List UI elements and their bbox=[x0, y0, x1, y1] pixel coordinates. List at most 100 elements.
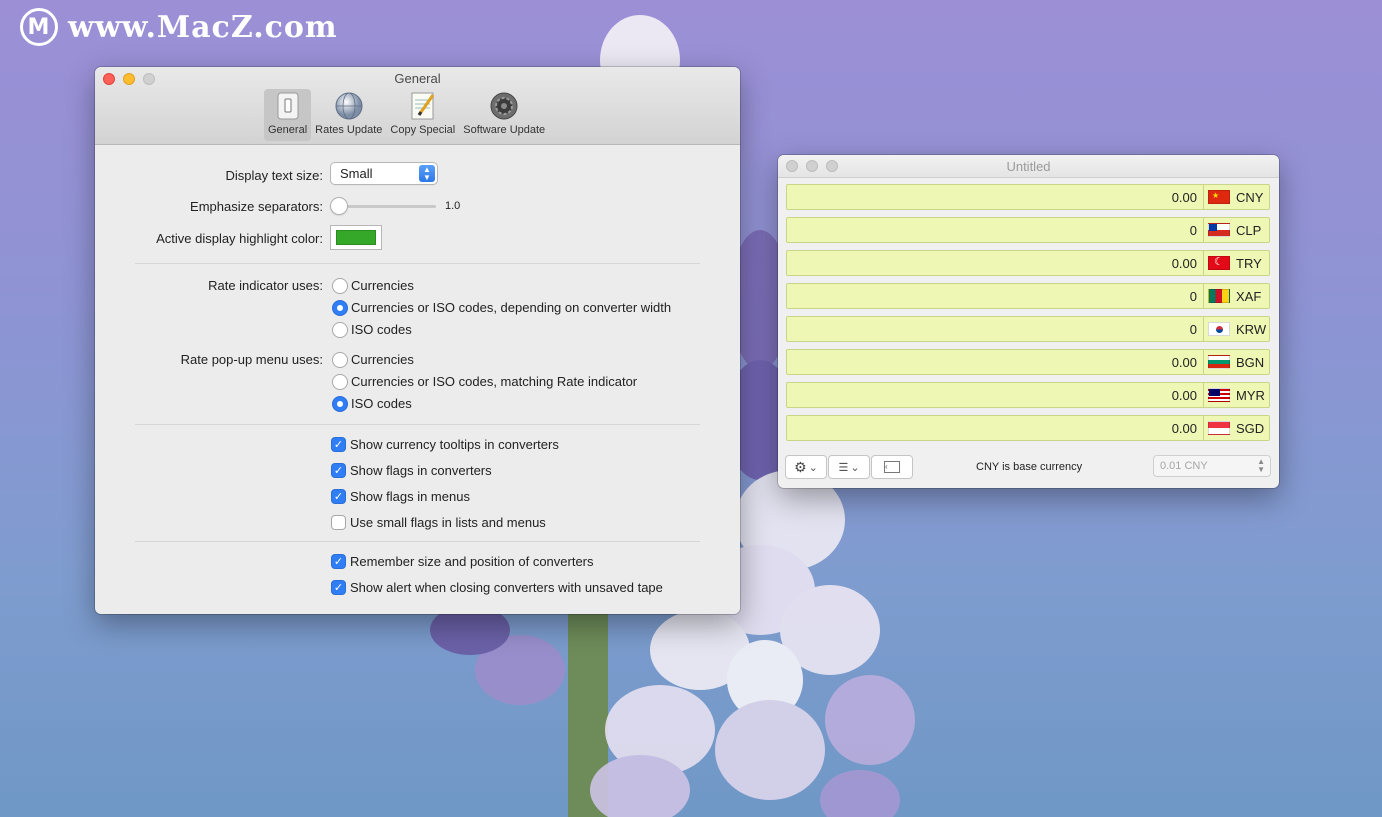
rate-indicator-iso-codes[interactable]: ISO codes bbox=[333, 322, 412, 337]
currency-code: CNY bbox=[1236, 189, 1264, 205]
checkbox-show-tooltips[interactable]: ✓ Show currency tooltips in converters bbox=[332, 437, 559, 452]
currency-selector[interactable]: BGN bbox=[1203, 350, 1269, 374]
malaysia-flag-icon bbox=[1208, 388, 1230, 402]
checkmark-icon[interactable]: ✓ bbox=[332, 438, 345, 451]
turkey-flag-icon: ☾ bbox=[1208, 256, 1230, 270]
rounding-unit-value: 0.01 CNY bbox=[1160, 460, 1208, 472]
currency-amount[interactable]: 0.00 bbox=[787, 388, 1203, 403]
checkbox-remember-size[interactable]: ✓ Remember size and position of converte… bbox=[332, 554, 594, 569]
emphasize-separators-knob[interactable] bbox=[331, 198, 347, 214]
checkbox-label: Show flags in converters bbox=[350, 463, 492, 478]
radio-button[interactable] bbox=[333, 278, 347, 293]
currency-row-myr[interactable]: 0.00 MYR bbox=[786, 382, 1270, 408]
globe-icon bbox=[334, 91, 364, 121]
currency-selector[interactable]: MYR bbox=[1203, 383, 1269, 407]
currency-amount[interactable]: 0.00 bbox=[787, 355, 1203, 370]
tab-software-update-label: Software Update bbox=[463, 124, 546, 136]
tab-software-update[interactable]: Software Update bbox=[459, 89, 549, 141]
korea-flag-icon bbox=[1208, 322, 1230, 336]
radio-button[interactable] bbox=[333, 396, 347, 411]
emphasize-separators-track[interactable] bbox=[333, 205, 436, 208]
checkbox-label: Show currency tooltips in converters bbox=[350, 437, 559, 452]
radio-label: ISO codes bbox=[351, 396, 412, 411]
title-bar: General General Rates Update Copy Specia… bbox=[95, 67, 740, 145]
currency-row-bgn[interactable]: 0.00 BGN bbox=[786, 349, 1270, 375]
currency-row-krw[interactable]: 0 KRW bbox=[786, 316, 1270, 342]
rate-popup-currencies[interactable]: Currencies bbox=[333, 352, 414, 367]
tab-general[interactable]: General bbox=[264, 89, 312, 141]
checkbox-box[interactable] bbox=[332, 516, 345, 529]
currency-amount[interactable]: 0.00 bbox=[787, 421, 1203, 436]
radio-button[interactable] bbox=[333, 322, 347, 337]
radio-label: Currencies bbox=[351, 352, 414, 367]
highlight-color-swatch bbox=[336, 230, 376, 245]
converter-bottom-bar: ⚙ ⌄ ☰ ⌄ ‹ CNY is base currency 0.01 CNY ▲ ▼ bbox=[778, 452, 1279, 482]
radio-button[interactable] bbox=[333, 352, 347, 367]
tab-copy-special[interactable]: Copy Special bbox=[386, 89, 459, 141]
currency-amount[interactable]: 0 bbox=[787, 223, 1203, 238]
watermark-logo: M bbox=[20, 8, 58, 46]
list-icon: ☰ bbox=[838, 461, 849, 474]
currency-amount[interactable]: 0.00 bbox=[787, 190, 1203, 205]
currency-row-clp[interactable]: 0 CLP bbox=[786, 217, 1270, 243]
checkbox-label: Remember size and position of converters bbox=[350, 554, 594, 569]
rate-popup-matching-indicator[interactable]: Currencies or ISO codes, matching Rate i… bbox=[333, 374, 637, 389]
tab-copy-special-label: Copy Special bbox=[390, 124, 456, 136]
currency-selector[interactable]: ★ CNY bbox=[1203, 185, 1269, 209]
currency-row-cny[interactable]: 0.00 ★ CNY bbox=[786, 184, 1270, 210]
emphasize-separators-label: Emphasize separators: bbox=[190, 199, 323, 214]
checkbox-label: Show alert when closing converters with … bbox=[350, 580, 663, 595]
currency-amount[interactable]: 0.00 bbox=[787, 256, 1203, 271]
currency-code: XAF bbox=[1236, 288, 1262, 304]
window-title: Untitled bbox=[1006, 159, 1051, 174]
tab-general-label: General bbox=[268, 124, 308, 136]
currency-selector[interactable]: KRW bbox=[1203, 317, 1269, 341]
currency-amount[interactable]: 0 bbox=[787, 289, 1203, 304]
currency-row-try[interactable]: 0.00 ☾ TRY bbox=[786, 250, 1270, 276]
rate-indicator-label: Rate indicator uses: bbox=[208, 278, 323, 293]
currency-selector[interactable]: XAF bbox=[1203, 284, 1269, 308]
divider bbox=[135, 541, 700, 542]
checkmark-icon[interactable]: ✓ bbox=[332, 581, 345, 594]
checkbox-alert-unsaved[interactable]: ✓ Show alert when closing converters wit… bbox=[332, 580, 663, 595]
currency-row-sgd[interactable]: 0.00 SGD bbox=[786, 415, 1270, 441]
checkmark-icon[interactable]: ✓ bbox=[332, 490, 345, 503]
chevron-updown-icon: ▲ ▼ bbox=[419, 165, 435, 182]
title-bar: Untitled bbox=[778, 155, 1279, 178]
tape-toggle-button[interactable]: ‹ bbox=[872, 456, 912, 478]
tab-rates-update[interactable]: Rates Update bbox=[311, 89, 386, 141]
display-text-size-popup[interactable]: Small ▲ ▼ bbox=[331, 163, 437, 184]
rate-popup-iso-codes[interactable]: ISO codes bbox=[333, 396, 412, 411]
rate-popup-label: Rate pop-up menu uses: bbox=[180, 352, 323, 367]
rate-indicator-currencies[interactable]: Currencies bbox=[333, 278, 414, 293]
radio-button[interactable] bbox=[333, 300, 347, 315]
radio-button[interactable] bbox=[333, 374, 347, 389]
watermark: M www.MacZ.com bbox=[20, 8, 338, 46]
checkbox-small-flags[interactable]: Use small flags in lists and menus bbox=[332, 515, 546, 530]
display-text-size-value: Small bbox=[340, 166, 373, 181]
tab-rates-update-label: Rates Update bbox=[315, 124, 383, 136]
checkbox-show-flags-converters[interactable]: ✓ Show flags in converters bbox=[332, 463, 492, 478]
checkmark-icon[interactable]: ✓ bbox=[332, 555, 345, 568]
list-view-button[interactable]: ☰ ⌄ bbox=[829, 456, 869, 478]
rounding-unit-popup[interactable]: 0.01 CNY ▲ ▼ bbox=[1154, 456, 1270, 476]
checkmark-icon[interactable]: ✓ bbox=[332, 464, 345, 477]
checkbox-label: Use small flags in lists and menus bbox=[350, 515, 546, 530]
highlight-color-well[interactable] bbox=[331, 226, 381, 249]
divider bbox=[135, 424, 700, 425]
chevron-down-icon: ⌄ bbox=[850, 461, 860, 474]
currency-selector[interactable]: ☾ TRY bbox=[1203, 251, 1269, 275]
rate-indicator-depending-width[interactable]: Currencies or ISO codes, depending on co… bbox=[333, 300, 671, 315]
currency-amount[interactable]: 0 bbox=[787, 322, 1203, 337]
highlight-color-label: Active display highlight color: bbox=[156, 231, 323, 246]
action-menu-button[interactable]: ⚙ ⌄ bbox=[786, 456, 826, 478]
currency-code: KRW bbox=[1236, 321, 1267, 337]
currency-selector[interactable]: SGD bbox=[1203, 416, 1269, 440]
currency-code: SGD bbox=[1236, 420, 1265, 436]
currency-row-xaf[interactable]: 0 XAF bbox=[786, 283, 1270, 309]
currency-selector[interactable]: CLP bbox=[1203, 218, 1269, 242]
cameroon-flag-icon bbox=[1208, 289, 1230, 303]
sidebar-toggle-icon: ‹ bbox=[884, 461, 900, 473]
currency-code: MYR bbox=[1236, 387, 1265, 403]
checkbox-show-flags-menus[interactable]: ✓ Show flags in menus bbox=[332, 489, 470, 504]
